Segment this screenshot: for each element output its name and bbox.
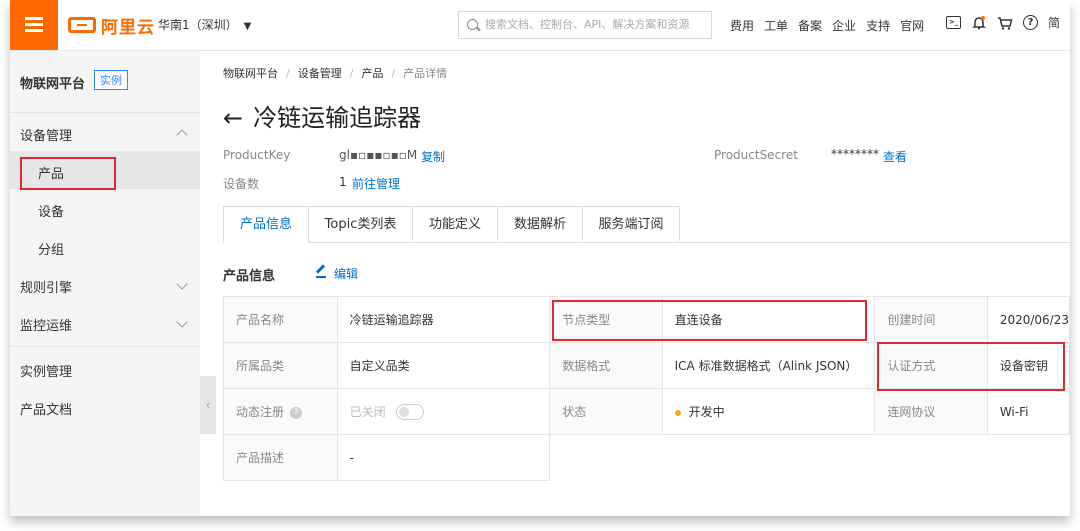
dynamic-registration-status: 已关闭: [349, 404, 386, 419]
copy-product-key-link[interactable]: 复制: [421, 148, 445, 165]
sidebar-title: 物联网平台: [20, 77, 86, 92]
value-created-time: 2020/06/23: [986, 296, 1070, 343]
product-tabs: 产品信息 Topic类列表 功能定义 数据解析 服务端订阅: [223, 206, 1070, 243]
chevron-up-icon[interactable]: [176, 129, 188, 141]
top-link-tickets[interactable]: 工单: [764, 17, 788, 34]
sidebar-item-instance-management[interactable]: 实例管理: [20, 361, 72, 380]
dynamic-registration-label: 动态注册: [236, 405, 285, 419]
aliyun-logo-icon: [68, 17, 96, 33]
top-link-filing[interactable]: 备案: [798, 17, 822, 34]
tab-product-info[interactable]: 产品信息: [223, 206, 309, 243]
pencil-icon: [316, 266, 326, 278]
chevron-down-icon[interactable]: [176, 316, 188, 328]
breadcrumb-iot-platform[interactable]: 物联网平台: [223, 67, 278, 80]
highlight-box-node-type: [552, 300, 867, 341]
sidebar-divider: [10, 346, 200, 347]
label-status: 状态: [549, 388, 663, 435]
table-row: 产品描述 -: [223, 434, 1070, 481]
dynamic-registration-toggle[interactable]: [395, 404, 424, 421]
top-links: 费用 工单 备案 企业 支持 官网: [730, 17, 924, 34]
label-product-name: 产品名称: [223, 296, 338, 343]
breadcrumb: 物联网平台 / 设备管理 / 产品 / 产品详情: [223, 65, 447, 81]
help-icon[interactable]: ?: [1023, 15, 1038, 30]
top-link-official-site[interactable]: 官网: [900, 17, 924, 34]
tab-function-definition[interactable]: 功能定义: [412, 206, 498, 241]
empty-cell: [550, 435, 1070, 481]
back-arrow-icon[interactable]: ←: [223, 104, 243, 132]
top-link-fees[interactable]: 费用: [730, 17, 754, 34]
page-title: ← 冷链运输追踪器: [223, 98, 421, 133]
product-key-label: ProductKey: [223, 148, 291, 162]
label-category: 所属品类: [223, 342, 338, 389]
breadcrumb-separator: /: [286, 67, 290, 80]
breadcrumb-separator: /: [349, 67, 354, 80]
device-count-label: 设备数: [223, 177, 260, 191]
hamburger-menu-button[interactable]: [10, 0, 58, 50]
sidebar-item-group[interactable]: 分组: [38, 239, 64, 258]
value-product-description: -: [336, 434, 551, 481]
sidebar-item-device[interactable]: 设备: [38, 201, 64, 220]
go-manage-link[interactable]: 前往管理: [352, 175, 400, 192]
cart-icon[interactable]: [997, 15, 1013, 31]
brand-name: 阿里云: [101, 17, 155, 38]
top-link-enterprise[interactable]: 企业: [832, 17, 856, 34]
label-product-description: 产品描述: [223, 434, 338, 481]
region-label: 华南1（深圳）: [158, 18, 238, 32]
value-data-format: ICA 标准数据格式（Alink JSON）: [661, 342, 876, 389]
top-link-support[interactable]: 支持: [866, 17, 890, 34]
label-data-format: 数据格式: [549, 342, 663, 389]
top-icons: >_ ? 简: [946, 14, 1060, 31]
value-status: 开发中: [661, 388, 876, 435]
status-dot-icon: [674, 409, 681, 416]
value-dynamic-registration: 已关闭: [336, 388, 551, 435]
breadcrumb-product-detail: 产品详情: [403, 67, 448, 80]
tab-data-parsing[interactable]: 数据解析: [497, 206, 583, 241]
tab-server-subscription[interactable]: 服务端订阅: [582, 206, 680, 241]
sidebar-group-device-management[interactable]: 设备管理: [20, 125, 72, 144]
label-network-protocol: 连网协议: [874, 388, 988, 435]
sidebar-group-monitoring[interactable]: 监控运维: [20, 315, 72, 334]
chevron-down-icon[interactable]: [176, 278, 188, 290]
device-count-value: 1: [339, 175, 347, 189]
sidebar-group-rule-engine[interactable]: 规则引擎: [20, 277, 72, 296]
breadcrumb-product[interactable]: 产品: [361, 67, 383, 80]
cloud-shell-icon[interactable]: >_: [946, 16, 961, 29]
sidebar: 物联网平台 实例 设备管理 产品 设备 分组 规则引擎 监控运维 实例管理 产品…: [10, 51, 200, 516]
top-navigation-bar: 阿里云 华南1（深圳） ▼ 搜索文档、控制台、API、解决方案和资源 费用 工单 …: [10, 0, 1070, 51]
section-title: 产品信息: [223, 269, 276, 284]
table-row: 动态注册? 已关闭 状态 开发中 连网协议 Wi-Fi: [223, 388, 1070, 435]
sidebar-item-product-docs[interactable]: 产品文档: [20, 399, 72, 418]
value-network-protocol: Wi-Fi: [986, 388, 1070, 435]
instance-badge[interactable]: 实例: [94, 70, 128, 90]
value-product-name: 冷链运输追踪器: [336, 296, 551, 343]
product-key-value: gl▪▫▪▪▫▪▫M: [339, 148, 418, 162]
label-created-time: 创建时间: [874, 296, 988, 343]
aliyun-logo[interactable]: 阿里云: [68, 14, 155, 38]
value-category: 自定义品类: [336, 342, 551, 389]
global-search-input[interactable]: 搜索文档、控制台、API、解决方案和资源: [458, 11, 712, 39]
region-selector[interactable]: 华南1（深圳） ▼: [158, 16, 251, 33]
sidebar-divider: [10, 112, 200, 113]
caret-down-icon: ▼: [243, 21, 252, 32]
label-dynamic-registration: 动态注册?: [223, 388, 338, 435]
highlight-box-product: [20, 157, 116, 190]
edit-button[interactable]: 编辑: [316, 265, 358, 282]
breadcrumb-separator: /: [391, 67, 396, 80]
product-secret-label: ProductSecret: [714, 148, 798, 162]
help-circle-icon[interactable]: ?: [290, 406, 303, 419]
language-link[interactable]: 简: [1048, 14, 1060, 31]
search-icon: [467, 19, 478, 30]
sidebar-collapse-button[interactable]: ‹: [200, 376, 216, 434]
tab-topic-list[interactable]: Topic类列表: [308, 206, 413, 241]
view-secret-link[interactable]: 查看: [883, 148, 907, 165]
breadcrumb-device-management[interactable]: 设备管理: [298, 67, 342, 80]
product-secret-value: ********: [831, 147, 879, 161]
status-text: 开发中: [688, 405, 725, 419]
product-name-title: 冷链运输追踪器: [253, 104, 422, 132]
bell-icon[interactable]: [971, 15, 987, 31]
edit-label: 编辑: [334, 267, 359, 281]
app-window: 阿里云 华南1（深圳） ▼ 搜索文档、控制台、API、解决方案和资源 费用 工单 …: [10, 0, 1070, 516]
highlight-box-auth-method: [877, 342, 1065, 391]
search-placeholder: 搜索文档、控制台、API、解决方案和资源: [485, 18, 690, 31]
